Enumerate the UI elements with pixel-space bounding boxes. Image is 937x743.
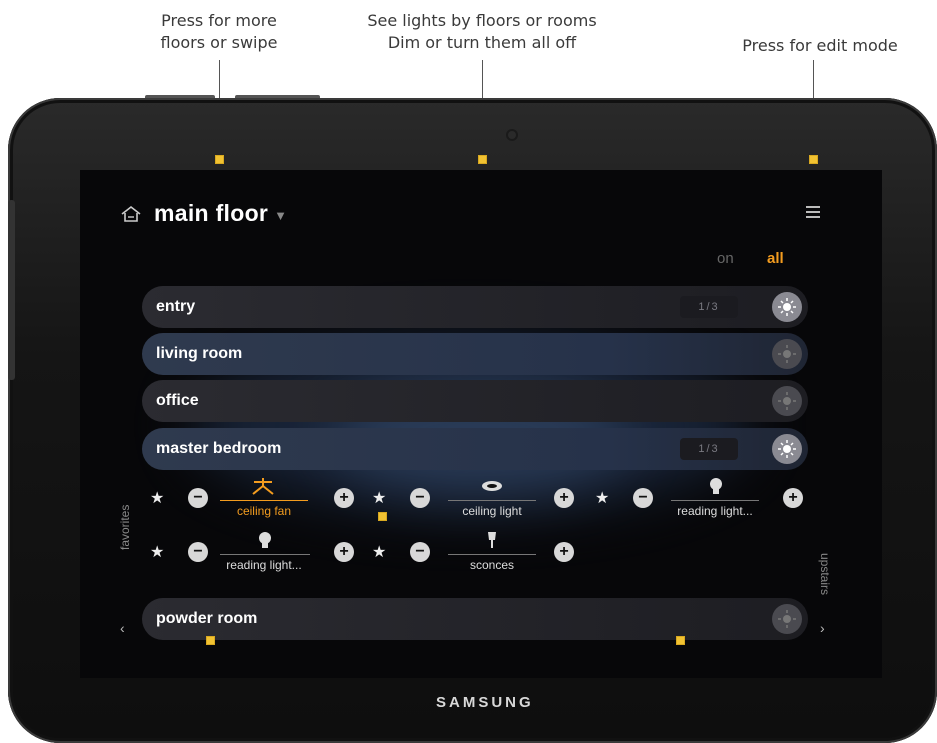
annotation-edit: Press for edit mode <box>742 36 898 55</box>
room-light-toggle[interactable] <box>772 386 802 416</box>
favorite-star-icon[interactable]: ★ <box>150 542 164 562</box>
chevron-left-icon[interactable]: ‹ <box>120 620 125 636</box>
room-name: master bedroom <box>156 440 282 457</box>
room-on-count: 1/3 <box>680 438 738 460</box>
sun-icon <box>778 392 796 410</box>
room-name: entry <box>156 298 196 315</box>
device-label: reading light... <box>226 558 302 572</box>
dim-up-button[interactable]: + <box>334 542 354 562</box>
device-ceiling-fan: ★ − ceiling fan + <box>150 476 360 522</box>
room-name: office <box>156 392 199 409</box>
room-row-powder-room[interactable]: powder room <box>142 598 808 640</box>
chevron-down-icon: ▼ <box>274 208 288 223</box>
hamburger-menu-icon[interactable] <box>806 206 820 221</box>
device-label: ceiling fan <box>236 504 292 518</box>
device-label: ceiling light <box>462 504 522 518</box>
favorite-star-icon[interactable]: ★ <box>150 488 164 508</box>
callout-marker <box>809 155 818 164</box>
dim-down-button[interactable]: − <box>410 488 430 508</box>
sun-icon <box>778 440 796 458</box>
sun-icon <box>778 610 796 628</box>
home-icon <box>121 205 141 222</box>
dim-down-button[interactable]: − <box>410 542 430 562</box>
floor-selector[interactable]: main floor ▼ <box>120 200 287 227</box>
room-name: powder room <box>156 610 258 627</box>
callout-marker <box>378 512 387 521</box>
room-light-toggle[interactable] <box>772 604 802 634</box>
dim-up-button[interactable]: + <box>554 542 574 562</box>
ceiling-light-icon <box>482 481 502 491</box>
dim-up-button[interactable]: + <box>334 488 354 508</box>
side-speaker <box>8 200 15 380</box>
room-light-toggle[interactable] <box>772 339 802 369</box>
device-reading-light: ★ − reading light... + <box>595 476 805 522</box>
favorite-star-icon[interactable]: ★ <box>595 488 609 508</box>
room-light-toggle[interactable] <box>772 292 802 322</box>
callout-marker <box>206 636 215 645</box>
lamp-icon <box>259 532 271 548</box>
dim-up-button[interactable]: + <box>554 488 574 508</box>
room-row-entry[interactable]: entry 1/3 <box>142 286 808 328</box>
room-light-toggle[interactable] <box>772 434 802 464</box>
annotation-floors: Press for more floors or swipe <box>160 11 278 52</box>
device-reading-light: ★ − reading light... + <box>150 530 360 576</box>
app-screen: main floor ▼ on all entry 1/3 living roo… <box>80 170 882 678</box>
sconce-icon <box>488 532 496 548</box>
front-camera <box>508 131 516 139</box>
dim-up-button[interactable]: + <box>783 488 803 508</box>
device-divider <box>220 500 308 501</box>
filter-all[interactable]: all <box>767 250 784 267</box>
filter-on[interactable]: on <box>717 250 734 267</box>
sun-icon <box>778 345 796 363</box>
sun-icon <box>778 298 796 316</box>
ceiling-fan-icon <box>252 478 274 495</box>
device-brand: SAMSUNG <box>436 694 534 711</box>
device-divider <box>671 500 759 501</box>
device-label: sconces <box>469 558 515 572</box>
annotation-lights: See lights by floors or rooms Dim or tur… <box>367 11 597 52</box>
chevron-right-icon[interactable]: › <box>820 620 825 636</box>
device-divider <box>448 500 536 501</box>
device-sconces: ★ − sconces + <box>372 530 582 576</box>
room-row-office[interactable]: office <box>142 380 808 422</box>
room-row-living-room[interactable]: living room <box>142 333 808 375</box>
upstairs-label[interactable]: upstairs <box>818 553 832 595</box>
floor-title: main floor <box>154 200 269 226</box>
dim-down-button[interactable]: − <box>633 488 653 508</box>
device-ceiling-light: ★ − ceiling light + <box>372 476 582 522</box>
lamp-icon <box>710 478 722 494</box>
callout-marker <box>676 636 685 645</box>
favorite-star-icon[interactable]: ★ <box>372 488 386 508</box>
callout-marker <box>478 155 487 164</box>
dim-down-button[interactable]: − <box>188 488 208 508</box>
device-divider <box>448 554 536 555</box>
device-divider <box>220 554 310 555</box>
room-name: living room <box>156 345 243 362</box>
room-row-master-bedroom[interactable]: master bedroom 1/3 <box>142 428 808 470</box>
favorites-label[interactable]: favorites <box>118 505 132 550</box>
favorite-star-icon[interactable]: ★ <box>372 542 386 562</box>
dim-down-button[interactable]: − <box>188 542 208 562</box>
device-label: reading light... <box>677 504 753 518</box>
room-on-count: 1/3 <box>680 296 738 318</box>
callout-marker <box>215 155 224 164</box>
